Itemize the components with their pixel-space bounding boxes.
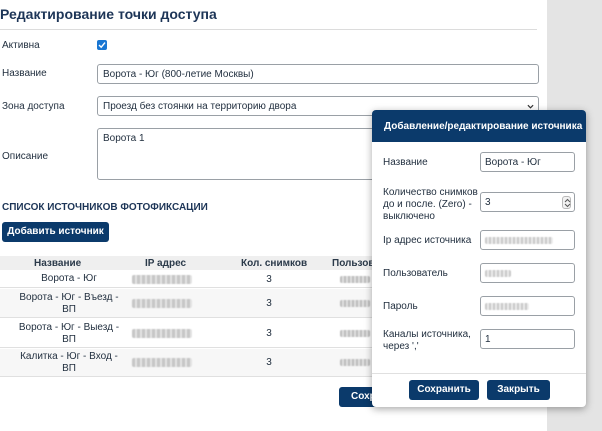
column-header-count[interactable]: Кол. снимков: [241, 258, 307, 269]
row-count: 3: [266, 298, 272, 309]
modal-user-input[interactable]: [480, 263, 575, 283]
modal-title: Добавление/редактирование источника: [372, 110, 586, 142]
modal-footer-divider: [372, 373, 586, 374]
table-row[interactable]: Калитка - Юг - Вход - ВП 3: [0, 349, 372, 377]
modal-snapshots-label: Количество снимков до и после. (Zero) - …: [383, 187, 478, 222]
modal-name-value: Ворота - Юг: [485, 157, 541, 168]
add-source-button[interactable]: Добавить источник: [2, 222, 109, 242]
modal-channels-value: 1: [485, 334, 491, 345]
row-ip-redacted: [132, 275, 192, 284]
modal-close-button[interactable]: Закрыть: [487, 380, 550, 400]
name-input[interactable]: Ворота - Юг (800-летие Москвы): [97, 64, 539, 84]
title-divider: [0, 29, 537, 30]
name-label: Название: [2, 68, 47, 79]
table-row[interactable]: Ворота - Юг 3: [0, 270, 372, 288]
row-name: Калитка - Юг - Вход - ВП: [20, 351, 118, 374]
sources-section-title: СПИСОК ИСТОЧНИКОВ ФОТОФИКСАЦИИ: [2, 202, 208, 213]
column-header-ip[interactable]: IP адрес: [145, 258, 186, 269]
row-name: Ворота - Юг: [41, 273, 97, 284]
modal-save-button[interactable]: Сохранить: [409, 380, 479, 400]
row-name: Ворота - Юг - Выезд - ВП: [18, 322, 120, 345]
source-edit-modal: Добавление/редактирование источника Назв…: [372, 110, 586, 407]
page-title: Редактирование точки доступа: [0, 6, 217, 22]
row-user-redacted: [340, 276, 370, 283]
modal-name-label: Название: [383, 157, 428, 168]
row-count: 3: [266, 357, 272, 368]
zone-select-value: Проезд без стоянки на территорию двора: [103, 101, 297, 112]
stepper-down-icon: [564, 203, 571, 208]
chevron-down-icon: [527, 104, 534, 109]
check-icon: [98, 42, 106, 49]
modal-ip-input[interactable]: [480, 230, 575, 250]
row-ip-redacted: [132, 358, 192, 367]
password-value-redacted: [485, 303, 529, 310]
table-row[interactable]: Ворота - Юг - Въезд - ВП 3: [0, 289, 372, 318]
modal-name-input[interactable]: Ворота - Юг: [480, 152, 575, 172]
row-user-redacted: [340, 359, 370, 366]
modal-ip-label: Ip адрес источника: [383, 235, 472, 246]
modal-password-label: Пароль: [383, 301, 418, 312]
row-user-redacted: [340, 330, 370, 337]
row-name: Ворота - Юг - Въезд - ВП: [19, 292, 119, 315]
user-value-redacted: [485, 270, 511, 277]
column-header-name[interactable]: Название: [34, 258, 81, 269]
description-label: Описание: [2, 151, 49, 162]
modal-channels-label: Каналы источника, через ',': [383, 329, 471, 352]
description-value: Ворота 1: [103, 133, 145, 144]
modal-snapshots-input[interactable]: 3: [480, 192, 575, 212]
ip-value-redacted: [485, 237, 553, 244]
modal-password-input[interactable]: [480, 296, 575, 316]
row-ip-redacted: [132, 299, 192, 308]
zone-label: Зона доступа: [2, 101, 65, 112]
row-user-redacted: [340, 300, 370, 307]
snapshots-stepper[interactable]: [562, 196, 571, 209]
active-checkbox[interactable]: [97, 40, 107, 50]
name-input-value: Ворота - Юг (800-летие Москвы): [103, 69, 254, 80]
row-count: 3: [266, 274, 272, 285]
modal-snapshots-value: 3: [485, 197, 491, 208]
row-count: 3: [266, 328, 272, 339]
modal-user-label: Пользователь: [383, 268, 448, 279]
row-ip-redacted: [132, 329, 192, 338]
active-label: Активна: [2, 40, 40, 51]
sources-table-header: Название IP адрес Кол. снимков Пользоват: [0, 256, 385, 270]
table-row[interactable]: Ворота - Юг - Выезд - ВП 3: [0, 319, 372, 348]
modal-channels-input[interactable]: 1: [480, 329, 575, 349]
